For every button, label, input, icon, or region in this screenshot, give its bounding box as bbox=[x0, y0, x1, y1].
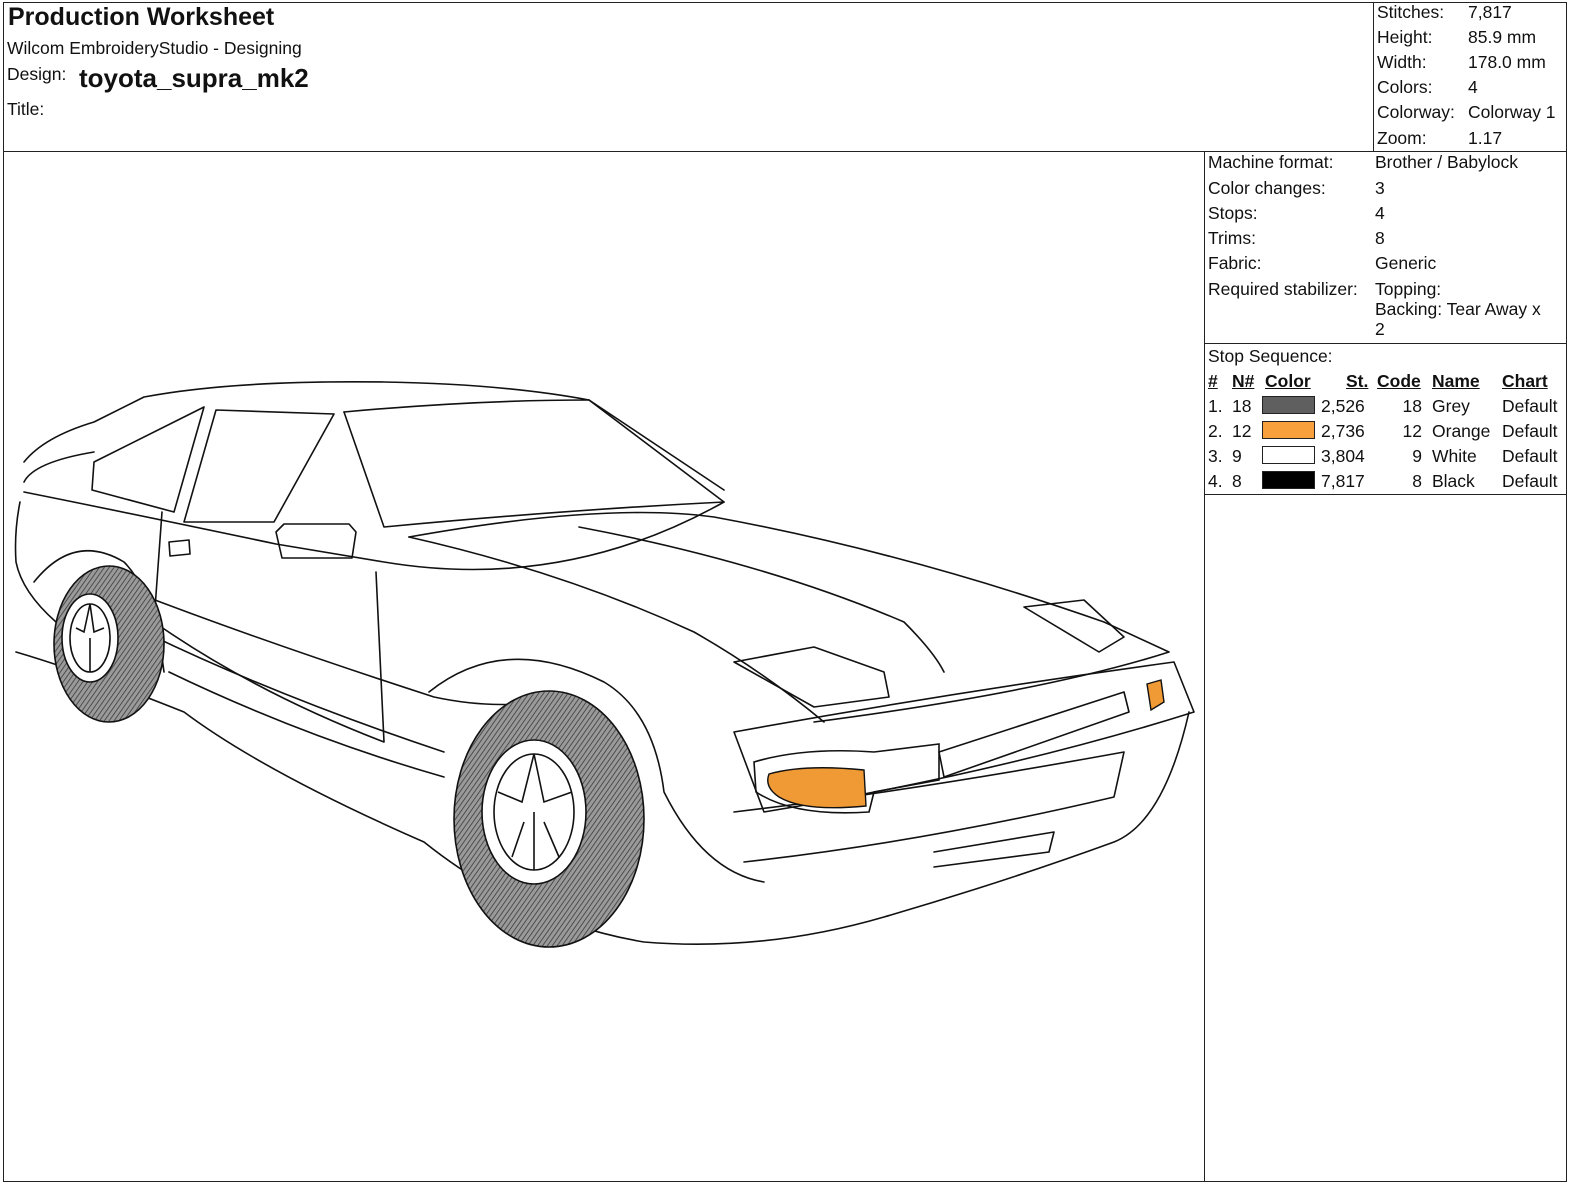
side-mirror bbox=[275, 523, 357, 559]
title-label: Title: bbox=[7, 99, 45, 119]
row-2-chart: Default bbox=[1502, 421, 1558, 441]
row-2-code: 12 bbox=[1402, 421, 1422, 441]
windshield bbox=[343, 399, 725, 528]
row-3-name: White bbox=[1432, 446, 1477, 466]
stops-label: Stops: bbox=[1208, 203, 1258, 223]
stop-sequence-title: Stop Sequence: bbox=[1208, 346, 1333, 366]
front-spoiler bbox=[933, 831, 1055, 868]
summary-divider bbox=[1373, 2, 1374, 152]
stabilizer-label: Required stabilizer: bbox=[1208, 279, 1358, 299]
height-value: 85.9 mm bbox=[1468, 27, 1537, 47]
row-1-stitches: 2,526 bbox=[1321, 396, 1365, 416]
hood-vent bbox=[733, 646, 890, 708]
row-1-needle: 18 bbox=[1232, 396, 1252, 416]
row-3-chart: Default bbox=[1502, 446, 1558, 466]
row-1-num: 1. bbox=[1208, 396, 1223, 416]
width-label: Width: bbox=[1377, 52, 1427, 72]
machine-format-value: Brother / Babylock bbox=[1375, 152, 1518, 172]
col-header-color: Color bbox=[1265, 371, 1311, 391]
row-3-code: 9 bbox=[1412, 446, 1422, 466]
design-preview bbox=[14, 380, 1195, 948]
stabilizer-backing-count: 2 bbox=[1375, 319, 1385, 339]
row-2-name: Orange bbox=[1432, 421, 1491, 441]
row-4-stitches: 7,817 bbox=[1321, 471, 1365, 491]
hood-outline bbox=[408, 511, 1170, 723]
hood-crease-2 bbox=[578, 526, 945, 673]
row-2-stitches: 2,736 bbox=[1321, 421, 1365, 441]
design-name: toyota_supra_mk2 bbox=[79, 63, 309, 93]
row-3-num: 3. bbox=[1208, 446, 1223, 466]
fabric-value: Generic bbox=[1375, 253, 1437, 273]
side-window-rear bbox=[91, 406, 205, 513]
fabric-label: Fabric: bbox=[1208, 253, 1262, 273]
design-label: Design: bbox=[7, 64, 67, 84]
color-changes-value: 3 bbox=[1375, 178, 1385, 198]
hood-scoop bbox=[1023, 599, 1125, 653]
row-3-color-swatch bbox=[1262, 446, 1315, 464]
frame-right bbox=[1566, 2, 1567, 1182]
machine-format-label: Machine format: bbox=[1208, 152, 1334, 172]
colorway-label: Colorway: bbox=[1377, 102, 1455, 122]
colors-value: 4 bbox=[1468, 77, 1478, 97]
rocker-panel bbox=[168, 671, 445, 778]
col-header-chart: Chart bbox=[1502, 371, 1548, 391]
col-header-needle: N# bbox=[1232, 371, 1255, 391]
front-grille bbox=[938, 691, 1130, 778]
row-3-needle: 9 bbox=[1232, 446, 1242, 466]
row-4-needle: 8 bbox=[1232, 471, 1242, 491]
row-4-name: Black bbox=[1432, 471, 1475, 491]
row-2-num: 2. bbox=[1208, 421, 1223, 441]
row-1-name: Grey bbox=[1432, 396, 1470, 416]
zoom-value: 1.17 bbox=[1468, 128, 1503, 148]
row-4-chart: Default bbox=[1502, 471, 1558, 491]
windshield-top bbox=[343, 399, 590, 413]
zoom-label: Zoom: bbox=[1377, 128, 1427, 148]
row-2-color-swatch bbox=[1262, 421, 1315, 439]
stop-sequence-divider bbox=[1204, 494, 1567, 495]
row-2-needle: 12 bbox=[1232, 421, 1252, 441]
stabilizer-topping: Topping: bbox=[1375, 279, 1442, 299]
row-4-num: 4. bbox=[1208, 471, 1223, 491]
roof-line bbox=[23, 380, 725, 491]
trims-value: 8 bbox=[1375, 228, 1385, 248]
front-indicator-left bbox=[767, 767, 867, 809]
hood-crease-1 bbox=[408, 536, 825, 723]
app-name: Wilcom EmbroideryStudio - Designing bbox=[7, 38, 302, 58]
width-value: 178.0 mm bbox=[1468, 52, 1546, 72]
stabilizer-backing: Backing: Tear Away x bbox=[1375, 299, 1541, 319]
trims-label: Trims: bbox=[1208, 228, 1256, 248]
colors-label: Colors: bbox=[1377, 77, 1433, 97]
height-label: Height: bbox=[1377, 27, 1433, 47]
stitches-label: Stitches: bbox=[1377, 2, 1445, 22]
frame-bottom bbox=[3, 1181, 1567, 1182]
row-4-code: 8 bbox=[1412, 471, 1422, 491]
rear-hatch bbox=[23, 451, 95, 483]
colorway-value: Colorway 1 bbox=[1468, 102, 1556, 122]
page-title: Production Worksheet bbox=[8, 3, 275, 31]
body-belt-line bbox=[23, 491, 725, 571]
col-header-num: # bbox=[1208, 371, 1218, 391]
door-line bbox=[153, 511, 385, 743]
row-1-chart: Default bbox=[1502, 396, 1558, 416]
side-panel-divider bbox=[1204, 151, 1205, 1182]
body-side-crease bbox=[133, 591, 565, 706]
stops-value: 4 bbox=[1375, 203, 1385, 223]
col-header-name: Name bbox=[1432, 371, 1480, 391]
side-window-front bbox=[183, 409, 335, 523]
color-changes-label: Color changes: bbox=[1208, 178, 1326, 198]
door-handle bbox=[168, 539, 191, 557]
body-rear bbox=[14, 501, 57, 623]
machine-info-divider bbox=[1204, 343, 1567, 344]
body-side-lower bbox=[123, 621, 445, 753]
stitches-value: 7,817 bbox=[1468, 2, 1512, 22]
col-header-stitches: St. bbox=[1346, 371, 1369, 391]
col-header-code: Code bbox=[1377, 371, 1421, 391]
row-1-color-swatch bbox=[1262, 396, 1315, 414]
row-4-color-swatch bbox=[1262, 471, 1315, 489]
row-3-stitches: 3,804 bbox=[1321, 446, 1365, 466]
row-1-code: 18 bbox=[1402, 396, 1422, 416]
front-indicator-right bbox=[1146, 679, 1165, 712]
